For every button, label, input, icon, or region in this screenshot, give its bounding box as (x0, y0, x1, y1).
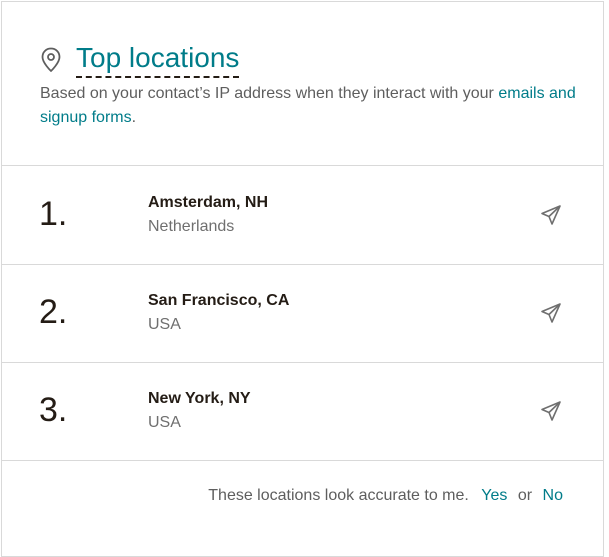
location-rank: 1. (39, 195, 68, 233)
card-description: Based on your contact’s IP address when … (40, 82, 580, 130)
description-end: . (131, 109, 137, 126)
accuracy-footer: These locations look accurate to me. Yes… (2, 460, 603, 534)
accuracy-prompt: These locations look accurate to me. (208, 487, 469, 504)
yes-link[interactable]: Yes (481, 487, 507, 504)
location-row: 1. Amsterdam, NH Netherlands (2, 166, 603, 265)
location-rank: 3. (39, 391, 68, 429)
location-rank: 2. (39, 293, 68, 331)
location-country: USA (148, 316, 181, 333)
location-country: Netherlands (148, 218, 235, 235)
send-icon[interactable] (540, 204, 562, 226)
send-icon[interactable] (540, 302, 562, 324)
location-city: San Francisco, CA (148, 292, 290, 309)
map-pin-icon (41, 47, 61, 72)
location-city: Amsterdam, NH (148, 194, 269, 211)
location-row: 2. San Francisco, CA USA (2, 264, 603, 363)
description-text: Based on your contact’s IP address when … (40, 85, 494, 102)
location-city: New York, NY (148, 390, 251, 407)
card-title[interactable]: Top locations (76, 40, 240, 78)
location-country: USA (148, 414, 181, 431)
send-icon[interactable] (540, 400, 562, 422)
no-link[interactable]: No (543, 487, 563, 504)
location-row: 3. New York, NY USA (2, 362, 603, 461)
top-locations-card: Top locations Based on your contact’s IP… (1, 1, 604, 557)
accuracy-prompt-line: These locations look accurate to me. Yes… (208, 484, 563, 508)
card-header: Top locations Based on your contact’s IP… (2, 2, 603, 166)
or-separator: or (517, 487, 533, 504)
